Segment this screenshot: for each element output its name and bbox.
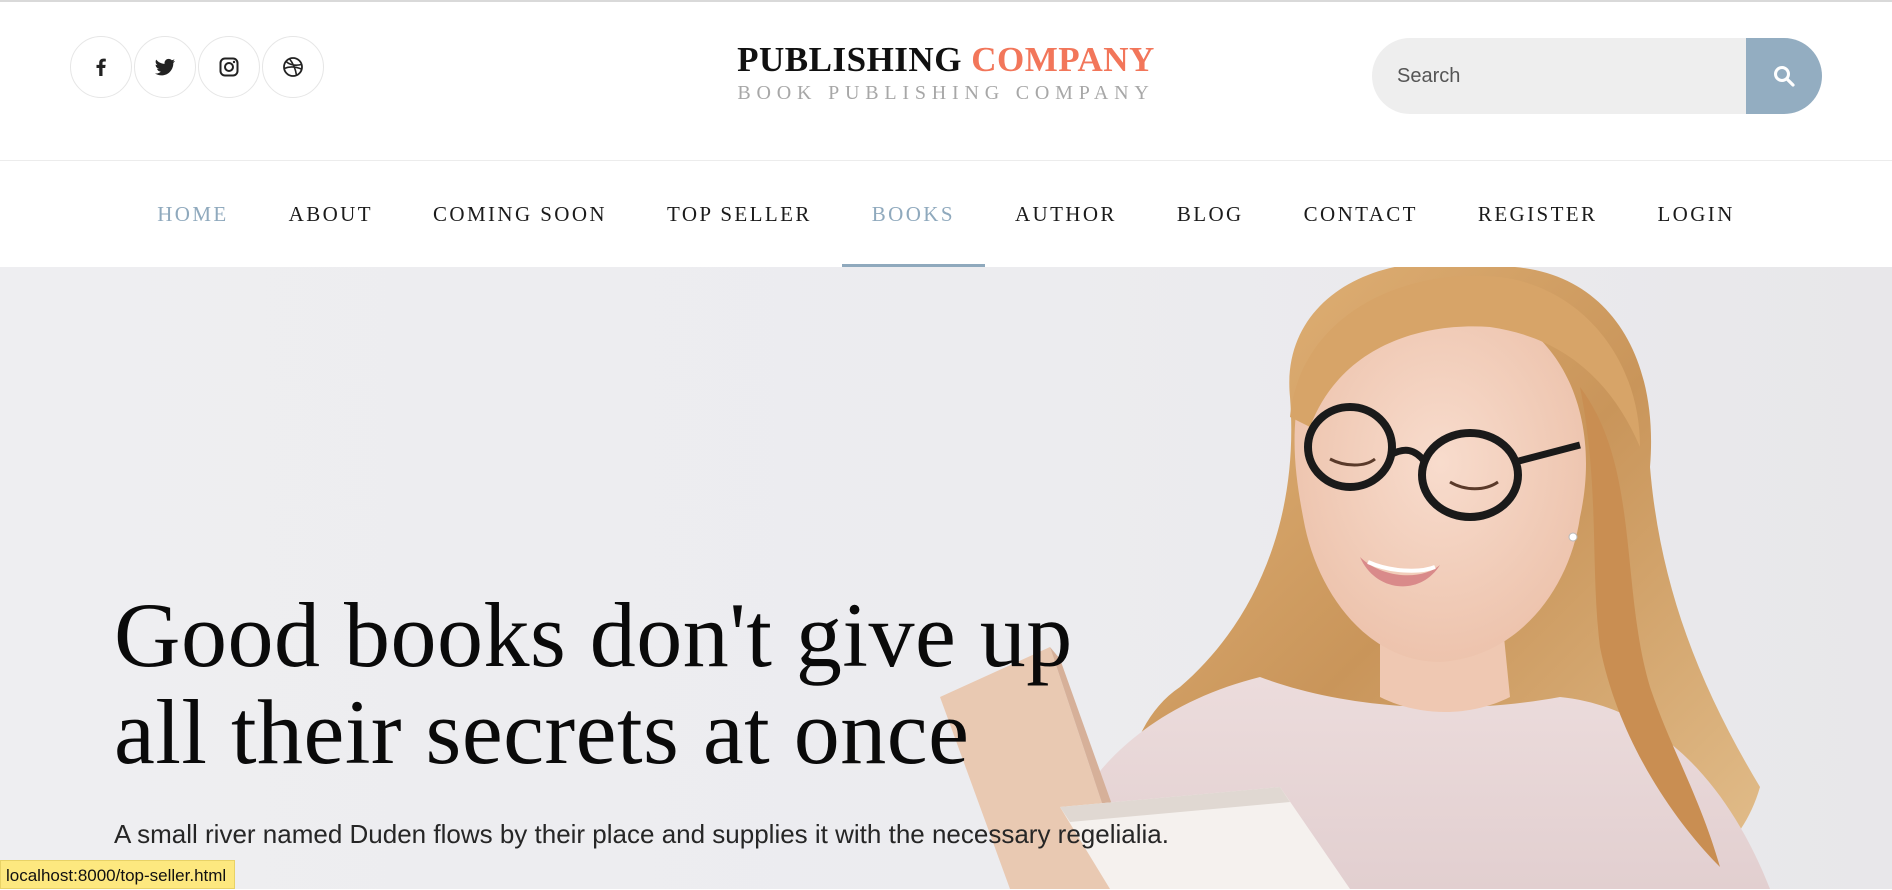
search-icon bbox=[1774, 66, 1795, 87]
nav-item-about[interactable]: ABOUT bbox=[259, 161, 403, 267]
search-form bbox=[1372, 38, 1822, 114]
search-button[interactable] bbox=[1746, 38, 1822, 114]
nav-item-top-seller[interactable]: TOP SELLER bbox=[637, 161, 842, 267]
nav-item-author[interactable]: AUTHOR bbox=[985, 161, 1147, 267]
logo-title-dark: PUBLISHING bbox=[737, 40, 962, 79]
site-header: PUBLISHING COMPANY BOOK PUBLISHING COMPA… bbox=[0, 2, 1892, 161]
nav-menu: HOME ABOUT COMING SOON TOP SELLER BOOKS … bbox=[0, 161, 1892, 267]
hero-section: Good books don't give up all their secre… bbox=[0, 267, 1892, 889]
hero-subtitle: A small river named Duden flows by their… bbox=[114, 819, 1169, 849]
hero-title: Good books don't give up all their secre… bbox=[114, 587, 1314, 781]
nav-item-contact[interactable]: CONTACT bbox=[1274, 161, 1448, 267]
browser-status-url: localhost:8000/top-seller.html bbox=[0, 860, 236, 889]
logo-title-accent: COMPANY bbox=[971, 40, 1155, 79]
nav-item-coming-soon[interactable]: COMING SOON bbox=[403, 161, 637, 267]
hero-title-line-2: all their secrets at once bbox=[114, 681, 970, 783]
hero-title-line-1: Good books don't give up bbox=[114, 584, 1073, 686]
hero-image-woman-reading bbox=[940, 267, 1770, 889]
nav-item-register[interactable]: REGISTER bbox=[1448, 161, 1628, 267]
nav-item-books[interactable]: BOOKS bbox=[841, 161, 986, 267]
main-navigation: HOME ABOUT COMING SOON TOP SELLER BOOKS … bbox=[0, 161, 1892, 267]
nav-item-blog[interactable]: BLOG bbox=[1147, 161, 1274, 267]
nav-item-home[interactable]: HOME bbox=[127, 161, 258, 267]
nav-item-login[interactable]: LOGIN bbox=[1627, 161, 1764, 267]
search-input[interactable] bbox=[1372, 38, 1746, 114]
